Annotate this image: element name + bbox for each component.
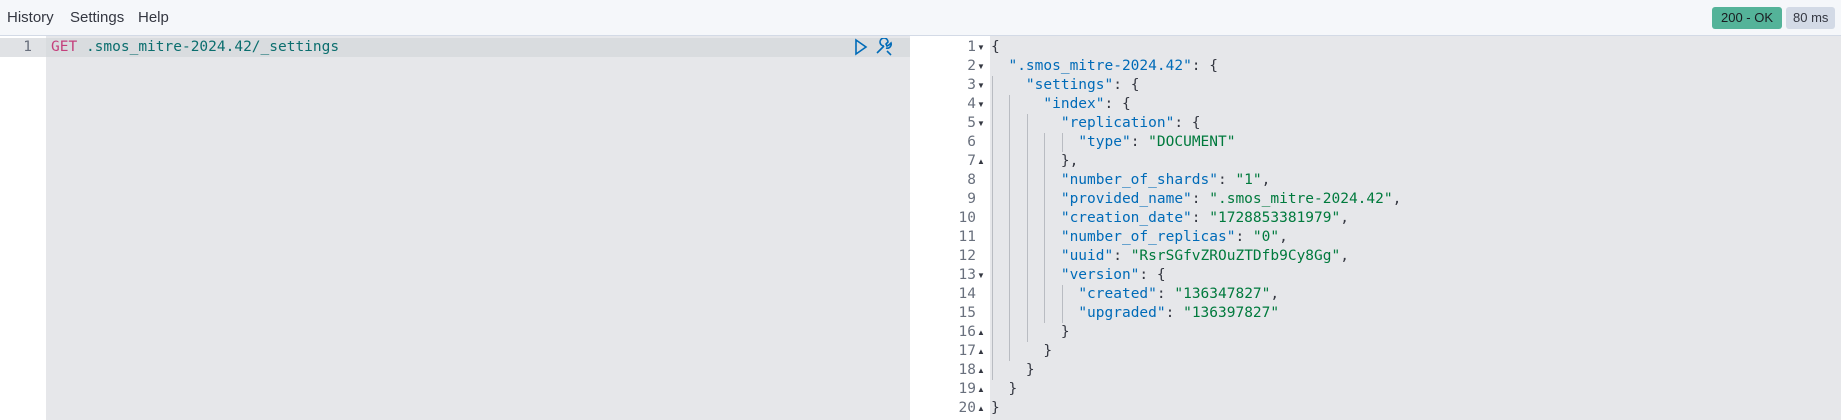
response-line-number: 4	[967, 96, 976, 112]
request-time-badge: 80 ms	[1786, 7, 1836, 29]
response-line-number: 10	[958, 210, 976, 226]
menu-settings[interactable]: Settings	[70, 9, 124, 26]
response-line: "created": "136347827",	[1078, 286, 1280, 302]
response-line: }	[991, 343, 1053, 359]
response-line-number: 7	[967, 153, 976, 169]
response-line-number: 2	[967, 58, 976, 74]
response-line-number: 16	[958, 324, 976, 340]
response-line-number: 8	[967, 172, 976, 188]
response-line-number: 11	[958, 229, 976, 245]
response-line: },	[991, 153, 1079, 169]
response-line: }	[991, 362, 1035, 378]
response-line-number: 13	[958, 267, 976, 283]
response-line-number: 1	[967, 39, 976, 55]
response-line-number: 19	[958, 381, 976, 397]
fold-close-icon[interactable]: ▲	[977, 157, 985, 166]
response-line-number: 17	[958, 343, 976, 359]
response-line: "number_of_shards": "1",	[1060, 172, 1271, 188]
fold-open-icon[interactable]: ▼	[977, 43, 985, 52]
request-path: .smos_mitre-2024.42/_settings	[85, 39, 340, 55]
fold-open-icon[interactable]: ▼	[977, 100, 985, 109]
fold-close-icon[interactable]: ▲	[977, 404, 985, 413]
pane-divider[interactable]	[910, 36, 930, 420]
wrench-icon[interactable]	[874, 37, 892, 56]
request-line[interactable]: GET .smos_mitre-2024.42/_settings	[51, 38, 339, 57]
response-line: {	[991, 39, 1000, 55]
fold-open-icon[interactable]: ▼	[977, 62, 985, 71]
response-line-number: 3	[967, 77, 976, 93]
response-line: "replication": {	[1060, 115, 1201, 131]
response-line: "upgraded": "136397827"	[1078, 305, 1280, 321]
response-line: "creation_date": "1728853381979",	[1060, 210, 1349, 226]
response-line: "index": {	[1043, 96, 1131, 112]
request-line-number: 1	[23, 39, 32, 55]
fold-open-icon[interactable]: ▼	[977, 271, 985, 280]
request-editor[interactable]	[46, 36, 910, 420]
fold-close-icon[interactable]: ▲	[977, 347, 985, 356]
response-line: "type": "DOCUMENT"	[1078, 134, 1236, 150]
menu-history[interactable]: History	[7, 9, 54, 26]
response-line: "uuid": "RsrSGfvZROuZTDfb9Cy8Gg",	[1060, 248, 1349, 264]
response-line: ".smos_mitre-2024.42": {	[1008, 58, 1218, 74]
fold-close-icon[interactable]: ▲	[977, 366, 985, 375]
status-badge: 200 - OK	[1712, 7, 1783, 29]
response-line: "settings": {	[1025, 77, 1140, 93]
response-line: }	[991, 381, 1018, 397]
response-line-number: 20	[958, 400, 976, 416]
response-line-number: 15	[958, 305, 976, 321]
play-icon[interactable]	[852, 38, 870, 56]
request-gutter	[0, 36, 46, 420]
response-line-number: 9	[967, 191, 976, 207]
response-line: "number_of_replicas": "0",	[1060, 229, 1288, 245]
response-line: }	[991, 324, 1070, 340]
response-line: "provided_name": ".smos_mitre-2024.42",	[1060, 191, 1402, 207]
fold-close-icon[interactable]: ▲	[977, 328, 985, 337]
response-line: }	[991, 400, 1000, 416]
response-line-number: 12	[958, 248, 976, 264]
response-line: "version": {	[1060, 267, 1166, 283]
request-method: GET	[51, 39, 78, 55]
menu-help[interactable]: Help	[138, 9, 169, 26]
fold-open-icon[interactable]: ▼	[977, 81, 985, 90]
response-line-number: 18	[958, 362, 976, 378]
response-line-number: 5	[967, 115, 976, 131]
fold-open-icon[interactable]: ▼	[977, 119, 985, 128]
response-line-number: 14	[958, 286, 976, 302]
response-line-number: 6	[967, 134, 976, 150]
fold-close-icon[interactable]: ▲	[977, 385, 985, 394]
menu-bar: History Settings Help 200 - OK 80 ms	[0, 0, 1841, 36]
